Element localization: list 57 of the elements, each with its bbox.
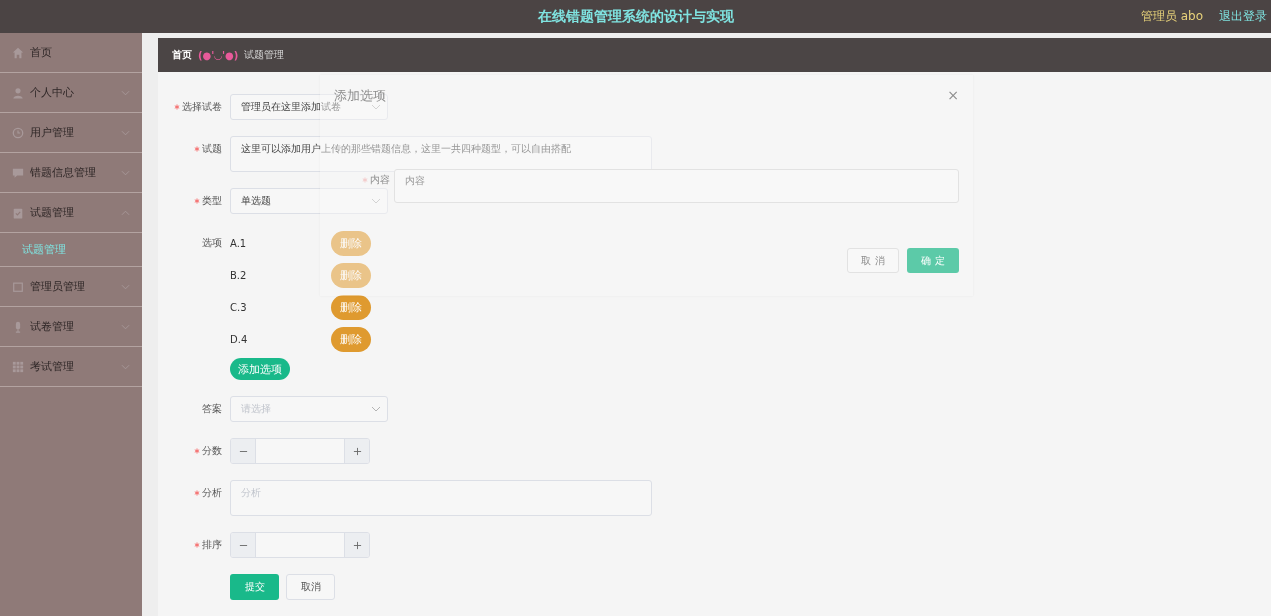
- sidebar-item[interactable]: 错题信息管理: [0, 153, 142, 193]
- field-label: 分析: [202, 486, 222, 500]
- close-button[interactable]: ×: [947, 87, 959, 103]
- confirm-button[interactable]: 确 定: [907, 248, 959, 273]
- add-option-button[interactable]: 添加选项: [230, 358, 290, 380]
- chevron-down-icon: [371, 406, 381, 412]
- menu-item-icon: [12, 166, 24, 179]
- select-field[interactable]: 单选题: [230, 188, 388, 214]
- user-name: 管理员 abo: [1140, 8, 1203, 25]
- menu-item-icon: [12, 206, 24, 219]
- option-text: D.4: [230, 333, 249, 345]
- number-input[interactable]: [230, 438, 370, 464]
- sidebar-item[interactable]: 管理员管理: [0, 267, 142, 307]
- submit-button[interactable]: 提交: [230, 574, 279, 600]
- field-label: 选项: [202, 236, 222, 250]
- field-label: 排序: [202, 538, 222, 552]
- plus-icon: [352, 446, 362, 456]
- field-label: 分数: [202, 444, 222, 458]
- delete-button[interactable]: 删除: [331, 294, 371, 320]
- field-label: 内容: [370, 173, 390, 187]
- app-title: 在线错题管理系统的设计与实现: [537, 7, 734, 26]
- sidebar-item[interactable]: 试题管理: [0, 193, 142, 233]
- breadcrumb-current: 试题管理: [244, 48, 285, 62]
- menu-item-icon: [12, 46, 24, 59]
- sidebar-item[interactable]: 个人中心: [0, 73, 142, 113]
- sidebar-item[interactable]: 首页: [0, 33, 142, 73]
- sidebar-item[interactable]: 考试管理: [0, 347, 142, 387]
- decrement-button[interactable]: [231, 439, 255, 463]
- option-text: B.2: [230, 269, 248, 281]
- option-text: C.3: [230, 301, 248, 313]
- sidebar-item[interactable]: 试卷管理: [0, 307, 142, 347]
- menu-item-icon: [12, 86, 24, 99]
- increment-button[interactable]: [345, 533, 369, 557]
- field-label: 类型: [202, 194, 222, 208]
- menu-item-icon: [12, 360, 24, 373]
- decrement-button[interactable]: [231, 533, 255, 557]
- breadcrumb-separator: (●'◡'●): [198, 49, 239, 61]
- menu-item-icon: [12, 126, 24, 139]
- number-input[interactable]: [230, 532, 370, 558]
- delete-button[interactable]: 删除: [331, 326, 371, 352]
- field-label: 试题: [202, 142, 222, 156]
- sidebar-item[interactable]: 用户管理: [0, 113, 142, 153]
- chevron-down-icon: [371, 198, 381, 204]
- increment-button[interactable]: [345, 439, 369, 463]
- breadcrumb-home[interactable]: 首页: [172, 48, 192, 62]
- submenu-item[interactable]: 试题管理: [0, 233, 142, 267]
- logout-link[interactable]: 退出登录: [1219, 8, 1267, 25]
- chevron-down-icon: [371, 104, 381, 110]
- cancel-button[interactable]: 取消: [286, 574, 335, 600]
- plus-icon: [352, 540, 362, 550]
- cancel-button[interactable]: 取 消: [847, 248, 899, 273]
- field-label: 选择试卷: [182, 100, 222, 114]
- text-area[interactable]: 这里可以添加用户上传的那些错题信息，这里一共四种题型，可以自由搭配: [230, 136, 652, 172]
- menu-item-icon: [12, 280, 24, 293]
- option-text: A.1: [230, 237, 248, 249]
- text-area[interactable]: 内容: [394, 169, 959, 203]
- field-label: 答案: [202, 402, 222, 416]
